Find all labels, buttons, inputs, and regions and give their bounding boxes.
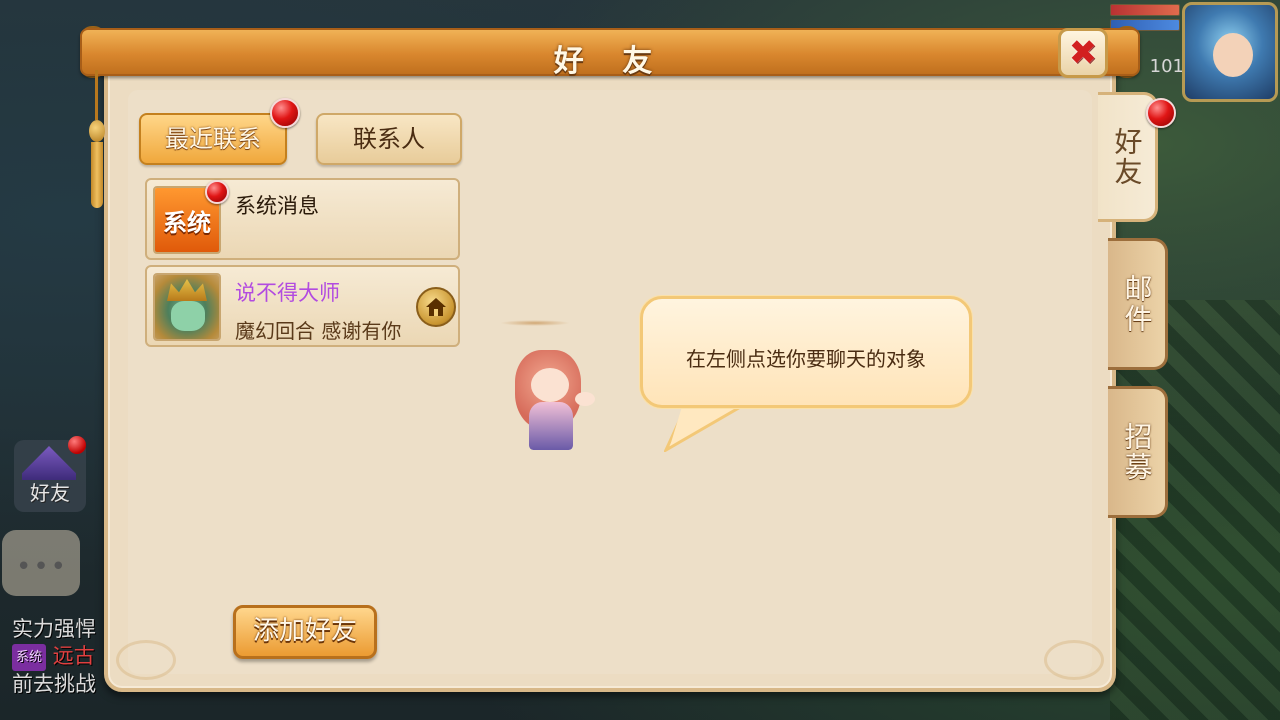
tassel-fringe bbox=[91, 142, 103, 208]
tassel-decoration bbox=[88, 70, 106, 210]
tab-recent-badge bbox=[270, 98, 300, 128]
contact-name: 系统消息 bbox=[235, 194, 319, 218]
speech-bubble-text: 在左侧点选你要聊天的对象 bbox=[686, 347, 926, 371]
npc-hand bbox=[575, 392, 595, 406]
wizard-hat-icon bbox=[22, 446, 76, 480]
notification-dot bbox=[68, 436, 86, 454]
speech-bubble-tail bbox=[664, 402, 744, 452]
tassel-rope bbox=[95, 70, 98, 120]
tab-recent-contacts[interactable]: 最近联系 bbox=[139, 113, 287, 165]
npc-shadow bbox=[500, 320, 570, 326]
hud-friend-button[interactable]: 好友 bbox=[14, 436, 86, 512]
player-portrait bbox=[155, 275, 219, 339]
add-friend-button[interactable]: 添加好友 bbox=[233, 605, 377, 659]
contact-name: 说不得大师 bbox=[235, 281, 340, 305]
player-level: 101 bbox=[1149, 56, 1184, 77]
player-avatar-small bbox=[153, 273, 221, 341]
npc-body bbox=[529, 402, 573, 450]
close-button[interactable]: ✖ bbox=[1058, 28, 1108, 78]
portrait-face bbox=[171, 301, 205, 331]
tab-contacts[interactable]: 联系人 bbox=[316, 113, 462, 165]
chat-button[interactable]: ••• bbox=[2, 530, 80, 596]
crown-decoration bbox=[167, 279, 207, 301]
hp-bar bbox=[1110, 4, 1180, 16]
side-tab-mail[interactable]: 邮件 bbox=[1108, 238, 1168, 370]
npc-face bbox=[531, 368, 569, 402]
player-avatar[interactable] bbox=[1182, 2, 1278, 102]
close-icon: ✖ bbox=[1068, 33, 1098, 73]
chat-line: 前去挑战 bbox=[12, 671, 96, 696]
title-bar: 好 友 bbox=[80, 28, 1140, 79]
system-unread-badge bbox=[205, 180, 229, 204]
list-item-player[interactable]: 说不得大师 魔幻回合 感谢有你 bbox=[145, 265, 460, 347]
chat-line: 实力强悍 bbox=[12, 617, 96, 641]
system-tag: 系统 bbox=[12, 643, 47, 671]
corner-ornament bbox=[1044, 640, 1104, 680]
list-item-system[interactable]: 系统 系统消息 bbox=[145, 178, 460, 260]
avatar-face bbox=[1213, 33, 1253, 77]
contact-server: 魔幻回合 感谢有你 bbox=[235, 319, 402, 343]
speech-bubble: 在左侧点选你要聊天的对象 bbox=[640, 296, 972, 408]
chat-feed: 实力强悍 系统 远古 前去挑战 bbox=[12, 616, 96, 698]
panel-title: 好 友 bbox=[553, 44, 667, 79]
side-tab-recruit[interactable]: 招募 bbox=[1108, 386, 1168, 518]
chat-red-text: 远古 bbox=[52, 644, 95, 668]
chat-line: 系统 远古 bbox=[12, 643, 96, 671]
tassel-knot bbox=[89, 120, 105, 142]
house-icon bbox=[426, 298, 446, 316]
corner-ornament bbox=[116, 640, 176, 680]
hud-friend-label: 好友 bbox=[30, 481, 70, 505]
home-icon[interactable] bbox=[416, 287, 456, 327]
chat-bubble-icon: ••• bbox=[16, 552, 69, 582]
npc-girl-character bbox=[505, 350, 605, 450]
side-tab-friends-badge bbox=[1146, 98, 1176, 128]
